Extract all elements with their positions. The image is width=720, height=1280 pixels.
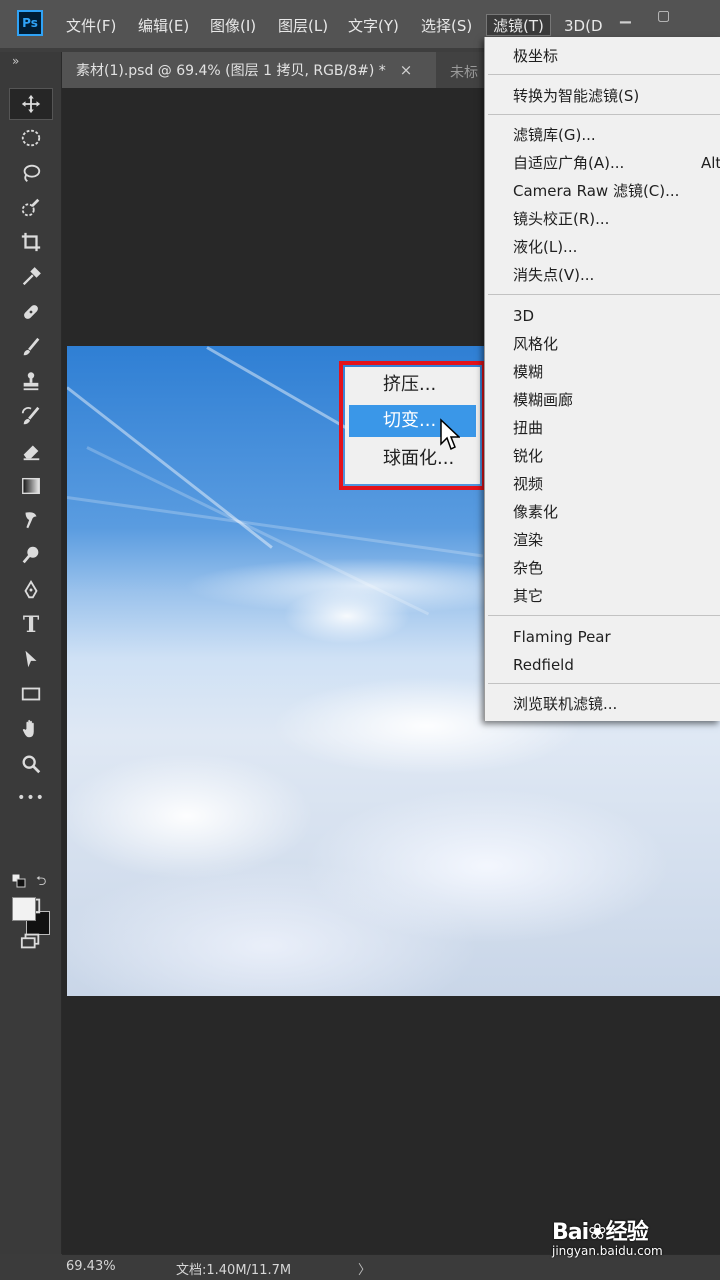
filter-lens-correction[interactable]: 镜头校正(R)... (513, 207, 609, 231)
hand-tool-icon[interactable] (9, 713, 53, 745)
filter-camera-raw[interactable]: Camera Raw 滤镜(C)... (513, 179, 679, 203)
filter-liquify[interactable]: 液化(L)... (513, 235, 577, 259)
filter-pixelate[interactable]: 像素化 (513, 500, 558, 524)
document-size-info: 文档:1.40M/11.7M (176, 1263, 292, 1278)
foreground-color-swatch[interactable] (12, 897, 36, 921)
watermark-url: jingyan.baidu.com (552, 1244, 663, 1258)
more-tools-icon[interactable]: ••• (9, 782, 53, 814)
red-highlight-box (339, 361, 486, 490)
dodge-tool-icon[interactable] (9, 539, 53, 571)
shortcut-alt: Alt (701, 154, 720, 172)
menu-separator (488, 683, 720, 684)
zoom-tool-icon[interactable] (9, 748, 53, 780)
brush-tool-icon[interactable] (9, 331, 53, 363)
tools-panel: » T ••• ⮌ (0, 52, 62, 1254)
menu-filter[interactable]: 滤镜(T) (486, 14, 551, 36)
menu-layer[interactable]: 图层(L) (278, 15, 328, 37)
filter-blur[interactable]: 模糊 (513, 360, 543, 384)
filter-browse-online[interactable]: 浏览联机滤镜... (513, 692, 617, 716)
filter-vanishing-point[interactable]: 消失点(V)... (513, 263, 594, 287)
paw-icon: ❀ (588, 1220, 606, 1245)
default-colors-icon[interactable] (12, 874, 26, 888)
menu-separator (488, 615, 720, 616)
mouse-cursor-icon (440, 418, 460, 451)
eraser-tool-icon[interactable] (9, 435, 53, 467)
filter-blur-gallery[interactable]: 模糊画廊 (513, 388, 573, 412)
close-icon[interactable]: × (400, 61, 413, 79)
document-tab-active[interactable]: 素材(1).psd @ 69.4% (图层 1 拷贝, RGB/8#) * × (62, 52, 436, 88)
zoom-level[interactable]: 69.43% (66, 1259, 116, 1274)
panel-grip-icon[interactable]: » (12, 54, 19, 68)
filter-adaptive-wide-angle[interactable]: 自适应广角(A)... (513, 151, 624, 175)
photoshop-logo: Ps (17, 10, 43, 36)
menu-separator (488, 114, 720, 115)
gradient-tool-icon[interactable] (9, 470, 53, 502)
filter-stylize[interactable]: 风格化 (513, 332, 558, 356)
menu-select[interactable]: 选择(S) (421, 15, 472, 37)
watermark-brand-right: 经验 (605, 1220, 649, 1245)
document-tab-inactive[interactable]: 未标 (450, 62, 478, 82)
minimize-icon[interactable]: ▁ (620, 8, 631, 24)
filter-3d[interactable]: 3D (513, 304, 534, 328)
healing-brush-tool-icon[interactable] (9, 296, 53, 328)
history-brush-tool-icon[interactable] (9, 400, 53, 432)
type-tool-icon[interactable]: T (9, 609, 53, 641)
maximize-icon[interactable]: ▢ (657, 8, 670, 24)
filter-convert-smart[interactable]: 转换为智能滤镜(S) (513, 84, 639, 108)
watermark-brand-left: Bai (552, 1220, 589, 1245)
lasso-tool-icon[interactable] (9, 157, 53, 189)
smudge-tool-icon[interactable] (9, 504, 53, 536)
menu-separator (488, 74, 720, 75)
menu-type[interactable]: 文字(Y) (348, 15, 399, 37)
menu-edit[interactable]: 编辑(E) (138, 15, 189, 37)
watermark-logo: Bai❀经验 (552, 1214, 649, 1246)
filter-flaming-pear[interactable]: Flaming Pear (513, 625, 611, 649)
crop-tool-icon[interactable] (9, 226, 53, 258)
filter-video[interactable]: 视频 (513, 472, 543, 496)
filter-gallery[interactable]: 滤镜库(G)... (513, 123, 596, 147)
pen-tool-icon[interactable] (9, 574, 53, 606)
rectangle-tool-icon[interactable] (9, 678, 53, 710)
menu-file[interactable]: 文件(F) (66, 15, 116, 37)
filter-render[interactable]: 渲染 (513, 528, 543, 552)
filter-noise[interactable]: 杂色 (513, 556, 543, 580)
filter-menu-dropdown: 极坐标 转换为智能滤镜(S) 滤镜库(G)... 自适应广角(A)... Alt… (484, 37, 720, 721)
status-menu-arrow-icon[interactable]: 〉 (358, 1259, 371, 1278)
toolbar-footer (0, 1254, 62, 1280)
marquee-tool-icon[interactable] (9, 122, 53, 154)
quick-select-tool-icon[interactable] (9, 192, 53, 224)
clone-stamp-tool-icon[interactable] (9, 365, 53, 397)
document-tab-title: 素材(1).psd @ 69.4% (图层 1 拷贝, RGB/8#) * (76, 63, 386, 79)
screen-mode-icon[interactable] (9, 925, 53, 957)
baidu-jingyan-watermark: Bai❀经验 jingyan.baidu.com (552, 1214, 702, 1264)
filter-distort[interactable]: 扭曲 (513, 416, 543, 440)
eyedropper-tool-icon[interactable] (9, 261, 53, 293)
filter-polar-coordinates[interactable]: 极坐标 (513, 44, 558, 68)
filter-redfield[interactable]: Redfield (513, 653, 574, 677)
menu-3d[interactable]: 3D(D (564, 15, 603, 37)
move-tool-icon[interactable] (9, 88, 53, 120)
path-select-tool-icon[interactable] (9, 643, 53, 675)
filter-other[interactable]: 其它 (513, 584, 543, 608)
filter-sharpen[interactable]: 锐化 (513, 444, 543, 468)
menu-separator (488, 294, 720, 295)
menu-image[interactable]: 图像(I) (210, 15, 256, 37)
